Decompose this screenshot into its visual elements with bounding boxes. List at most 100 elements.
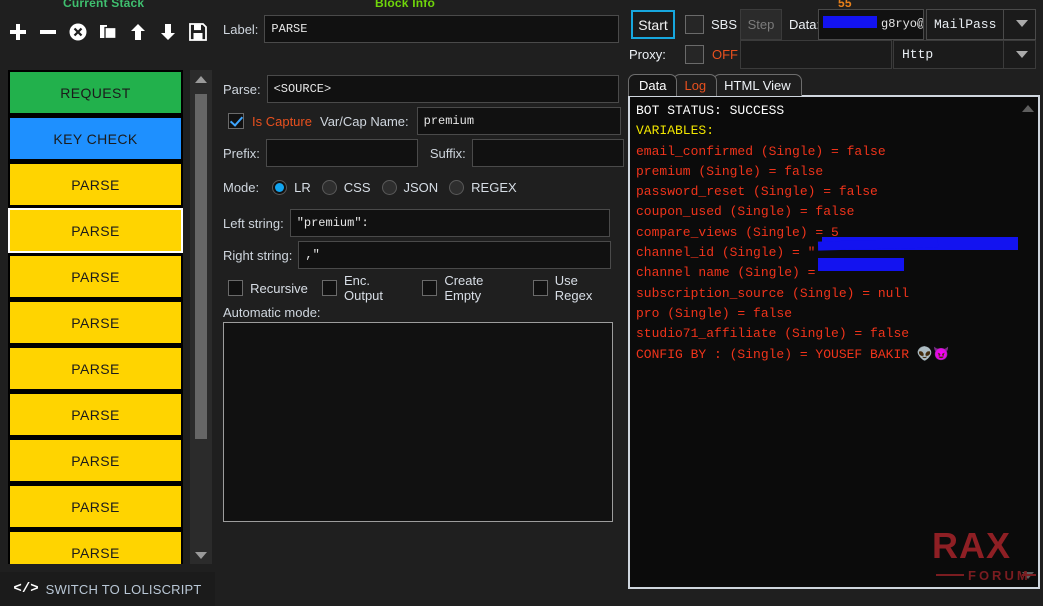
stack-block-6[interactable]: PARSE	[8, 346, 183, 391]
switch-to-loliscript-button[interactable]: </> SWITCH TO LOLISCRIPT	[0, 572, 215, 606]
chevron-down-icon[interactable]	[1016, 20, 1028, 27]
proxy-input[interactable]	[740, 40, 892, 69]
mode-label-css: CSS	[343, 180, 371, 195]
stack-list[interactable]: REQUEST KEY CHECK PARSE PARSE PARSE PARSE PARS…	[8, 70, 183, 564]
mode-radio-lr[interactable]	[272, 180, 288, 195]
stack-block-label: PARSE	[71, 268, 120, 285]
stack-block-4[interactable]: PARSE	[8, 254, 183, 299]
varcap-input[interactable]	[416, 107, 621, 135]
move-up-icon[interactable]	[126, 20, 150, 44]
stack-block-label: PARSE	[71, 176, 120, 193]
mode-radio-json[interactable]	[381, 180, 397, 195]
stack-block-0[interactable]: REQUEST	[8, 70, 183, 115]
tab-log[interactable]: Log	[673, 74, 718, 96]
parse-row: Parse:	[223, 75, 619, 103]
output-line-10: pro (Single) = false	[636, 305, 793, 321]
proxy-type-select[interactable]: Http	[893, 40, 1036, 69]
scroll-up-icon[interactable]	[190, 70, 212, 88]
tab-data[interactable]: Data	[628, 74, 678, 96]
move-down-icon[interactable]	[156, 20, 180, 44]
prefix-label: Prefix:	[223, 145, 260, 161]
stack-block-10[interactable]: PARSE	[8, 530, 183, 564]
stack-block-label: PARSE	[71, 314, 120, 331]
output-text[interactable]: BOT STATUS: SUCCESS VARIABLES: email_confi…	[630, 97, 1020, 587]
enc-output-label: Enc. Output	[343, 273, 384, 303]
use-regex-label: Use Regex	[554, 273, 593, 303]
stack-block-9[interactable]: PARSE	[8, 484, 183, 529]
automatic-mode-textarea[interactable]	[223, 322, 613, 522]
is-capture-row: Is Capture Var/Cap Name:	[228, 107, 621, 135]
output-line-9: subscription_source (Single) = null	[636, 285, 910, 301]
stack-block-label: PARSE	[71, 498, 120, 515]
channel-name-redaction	[818, 258, 904, 271]
left-string-row: Left string:	[223, 209, 610, 237]
data-type-separator	[1003, 10, 1004, 39]
proxy-label: Proxy:	[629, 47, 666, 62]
output-scroll-down-icon[interactable]	[1022, 572, 1034, 579]
runner-controls: Start SBS Step Data: g8ryo@te MailPass P…	[624, 0, 1043, 70]
switch-to-loliscript-label: SWITCH TO LOLISCRIPT	[45, 581, 202, 597]
stack-list-wrapper: REQUEST KEY CHECK PARSE PARSE PARSE PARSE PARS…	[8, 70, 212, 564]
left-string-input[interactable]	[289, 209, 610, 237]
is-capture-label: Is Capture	[252, 113, 312, 129]
start-button[interactable]: Start	[631, 10, 675, 39]
output-line-5: coupon_used (Single) = false	[636, 204, 855, 220]
mode-radio-css[interactable]	[321, 180, 337, 195]
stack-block-3[interactable]: PARSE	[8, 208, 183, 253]
suffix-input[interactable]	[471, 139, 624, 167]
parse-options-row: Recursive Enc. Output Create Empty Use R…	[228, 273, 622, 303]
right-string-input[interactable]	[298, 241, 612, 269]
is-capture-checkbox[interactable]	[228, 113, 244, 129]
output-scroll-up-icon[interactable]	[1022, 105, 1034, 112]
output-line-12: CONFIG BY : (Single) = YOUSEF BAKIR 👽😈	[636, 346, 950, 362]
output-tabs: Data Log HTML View	[628, 73, 802, 96]
prefix-suffix-row: Prefix: Suffix:	[223, 139, 624, 167]
data-label: Data:	[789, 17, 821, 32]
code-icon: </>	[13, 581, 39, 597]
label-input[interactable]	[264, 15, 619, 43]
stack-block-2[interactable]: PARSE	[8, 162, 183, 207]
suffix-label: Suffix:	[429, 145, 466, 161]
proxy-checkbox[interactable]	[685, 45, 704, 64]
prefix-input[interactable]	[265, 139, 418, 167]
output-scrollbar[interactable]	[1018, 97, 1038, 587]
stack-block-1[interactable]: KEY CHECK	[8, 116, 183, 161]
output-line-3: premium (Single) = false	[636, 163, 824, 179]
stack-block-label: PARSE	[71, 452, 120, 469]
remove-icon[interactable]	[36, 20, 60, 44]
create-empty-checkbox[interactable]	[422, 280, 438, 296]
stack-scrollbar[interactable]	[190, 70, 212, 564]
tab-html-view[interactable]: HTML View	[713, 74, 802, 96]
stack-block-7[interactable]: PARSE	[8, 392, 183, 437]
create-empty-label: Create Empty	[444, 273, 484, 303]
output-panel: BOT STATUS: SUCCESS VARIABLES: email_confi…	[628, 95, 1040, 589]
mode-radio-regex[interactable]	[449, 180, 465, 195]
step-button[interactable]: Step	[740, 9, 782, 40]
stack-block-label: PARSE	[71, 406, 120, 423]
scroll-down-icon[interactable]	[190, 546, 212, 564]
add-icon[interactable]	[6, 20, 30, 44]
clone-icon[interactable]	[96, 20, 120, 44]
data-redaction-mark	[823, 16, 877, 28]
delete-icon[interactable]	[66, 20, 90, 44]
right-string-label: Right string:	[223, 247, 293, 263]
mode-label: Mode:	[223, 180, 260, 195]
mode-label-lr: LR	[294, 180, 311, 195]
enc-output-checkbox[interactable]	[321, 280, 337, 296]
stack-block-label: PARSE	[71, 544, 120, 561]
stack-scrollbar-thumb[interactable]	[195, 94, 207, 439]
save-icon[interactable]	[186, 20, 210, 44]
stack-toolbar	[0, 12, 215, 52]
recursive-checkbox[interactable]	[228, 280, 244, 296]
stack-block-5[interactable]: PARSE	[8, 300, 183, 345]
output-line-11: studio71_affiliate (Single) = false	[636, 326, 910, 342]
output-line-1: VARIABLES:	[636, 123, 715, 139]
output-line-4: password_reset (Single) = false	[636, 184, 878, 200]
stack-block-8[interactable]: PARSE	[8, 438, 183, 483]
parse-input[interactable]	[266, 75, 619, 103]
right-string-row: Right string:	[223, 241, 612, 269]
sbs-checkbox[interactable]	[685, 15, 704, 34]
use-regex-checkbox[interactable]	[532, 280, 548, 296]
automatic-mode-label: Automatic mode:	[223, 305, 321, 320]
chevron-down-icon-proxy[interactable]	[1016, 51, 1028, 58]
